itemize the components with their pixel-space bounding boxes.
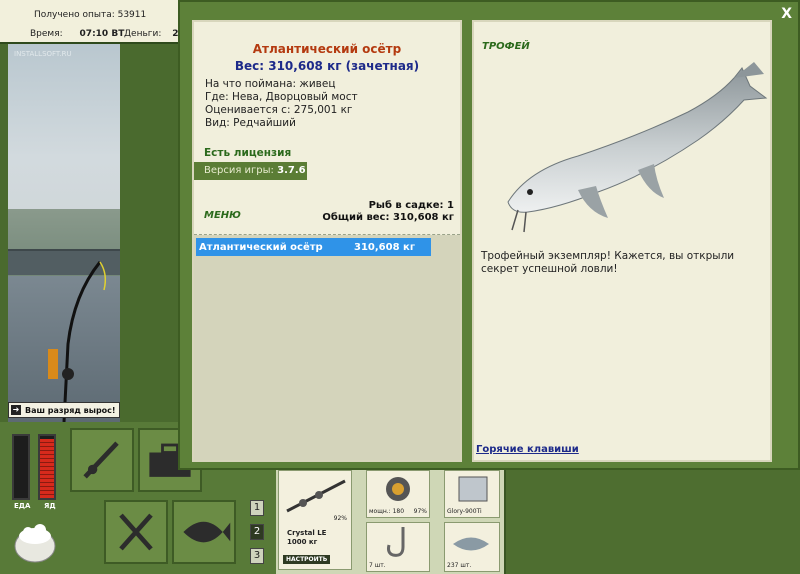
time-value: 07:10 ВТ	[79, 29, 125, 39]
fish-name: Атлантический осётр	[252, 42, 402, 56]
setup-button[interactable]: НАСТРОИТЬ	[283, 555, 331, 564]
page-button-2[interactable]: 2	[250, 524, 264, 540]
reel-icon	[386, 477, 410, 501]
time-readout: Время: 07:10 ВТ	[30, 29, 124, 39]
rod-condition: 92%	[333, 515, 347, 522]
catch-row[interactable]: Атлантический осётр 310,608 кг	[196, 238, 431, 256]
hook-count: 7 шт.	[369, 562, 386, 569]
keep-count: Рыб в садке: 1	[368, 200, 454, 211]
menu-link[interactable]: МЕНЮ	[204, 210, 241, 221]
page-button-1[interactable]: 1	[250, 500, 264, 516]
trophy-card: ТРОФЕЙ Трофейный экземпляр! Кажется, вы …	[472, 20, 772, 462]
fish-icon	[183, 521, 231, 543]
fish-weight: Вес: 310,608 кг (зачетная)	[234, 59, 420, 73]
fish-cage-button[interactable]	[172, 500, 236, 564]
hotkeys-link[interactable]: Горячие клавиши	[476, 444, 579, 455]
reel-slot[interactable]: мощн.: 180 97%	[366, 470, 430, 518]
rod-icon	[83, 441, 119, 479]
money-label: Деньги:	[124, 29, 162, 39]
time-label: Время:	[30, 29, 63, 39]
catch-details-card: Атлантический осётр Вес: 310,608 кг (зач…	[192, 20, 462, 462]
version-value: 3.7.6	[277, 165, 306, 176]
catch-row-weight: 310,608 кг	[354, 241, 416, 253]
page-button-3[interactable]: 3	[250, 548, 264, 564]
catch-dialog: X Атлантический осётр Вес: 310,608 кг (з…	[178, 0, 800, 470]
fork-knife-icon	[119, 513, 153, 551]
rod-name: Crystal LE	[287, 529, 327, 537]
reel-condition: 97%	[413, 508, 427, 515]
eat-button[interactable]	[104, 500, 168, 564]
poison-meter	[38, 434, 56, 500]
rank-up-toast[interactable]: ➜ Ваш разряд вырос!	[8, 402, 120, 418]
rarity-info: Вид: Редчайший	[205, 117, 296, 129]
keep-weight: Общий вес: 310,608 кг	[322, 212, 454, 223]
sturgeon-image	[507, 62, 768, 233]
money-readout: Деньги: 2	[124, 29, 179, 39]
experience-text: Получено опыта: 53911	[34, 10, 147, 20]
fishing-rod	[48, 261, 107, 422]
poison-label: ЯД	[44, 502, 56, 510]
arrow-right-icon: ➜	[11, 405, 21, 415]
fishing-view[interactable]: INSTALLSOFT.RU	[8, 44, 120, 422]
catch-row-name: Атлантический осётр	[199, 241, 323, 253]
bait-count: 237 шт.	[447, 562, 472, 569]
rod-icon	[286, 479, 346, 513]
version-bar: Версия игры: 3.7.6	[194, 162, 307, 180]
bait-slot[interactable]: 237 шт.	[444, 522, 500, 572]
catch-list: Атлантический осётр 310,608 кг	[194, 235, 460, 460]
trophy-description: Трофейный экземпляр! Кажется, вы открыли…	[481, 250, 735, 275]
poison-meter-fill	[40, 439, 54, 498]
hook-icon	[387, 527, 405, 557]
food-meter	[12, 434, 30, 500]
bait-fish-icon	[453, 537, 489, 551]
hook-slot[interactable]: 7 шт.	[366, 522, 430, 572]
line-name: Glory-900Ti	[447, 508, 482, 515]
rod-capacity: 1000 кг	[287, 538, 318, 546]
toast-text: Ваш разряд вырос!	[25, 405, 116, 415]
version-label: Версия игры:	[204, 165, 278, 176]
cauldron-icon[interactable]	[10, 518, 60, 568]
keep-net-stats: Рыб в садке: 1 Общий вес: 310,608 кг	[322, 200, 454, 224]
bait-info: На что поймана: живец	[205, 78, 336, 90]
status-bar: Получено опыта: 53911 Время: 07:10 ВТ Де…	[0, 0, 180, 44]
inventory-panel: 92% Crystal LE 1000 кг НАСТРОИТЬ мощн.: …	[276, 468, 504, 574]
tackle-button[interactable]	[70, 428, 134, 492]
reel-power: мощн.: 180	[369, 508, 405, 515]
food-label: ЕДА	[14, 502, 31, 510]
close-button[interactable]: X	[781, 6, 792, 22]
location-info: Где: Нева, Дворцовый мост	[205, 91, 358, 103]
line-spool-icon	[458, 476, 488, 502]
trophy-label: ТРОФЕЙ	[482, 41, 530, 52]
valuation-info: Оценивается с: 275,001 кг	[205, 104, 353, 116]
rod-slot[interactable]: 92% Crystal LE 1000 кг НАСТРОИТЬ	[278, 470, 352, 570]
side-strip	[504, 468, 800, 574]
line-slot[interactable]: Glory-900Ti	[444, 470, 500, 518]
license-status: Есть лицензия	[204, 147, 292, 159]
